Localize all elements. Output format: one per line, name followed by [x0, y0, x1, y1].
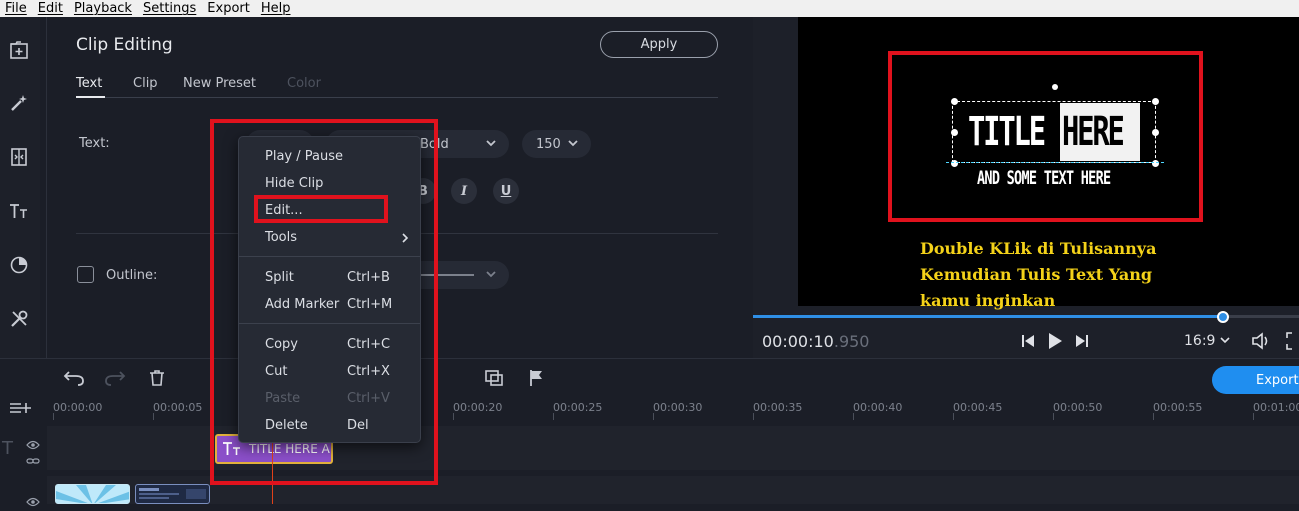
font-size-dropdown[interactable]: 150	[522, 130, 591, 158]
aspect-ratio-value: 16:9	[1184, 333, 1216, 349]
timecode: 00:00:10.950	[762, 332, 869, 351]
tab-color: Color	[287, 76, 321, 91]
menu-settings[interactable]: Settings	[138, 0, 202, 17]
chevron-down-icon	[486, 140, 496, 147]
video-clip[interactable]	[55, 484, 130, 504]
skip-back-icon[interactable]	[1020, 333, 1036, 353]
tab-clip[interactable]: Clip	[133, 76, 158, 91]
ruler-tick	[153, 413, 154, 420]
ruler-tick	[853, 413, 854, 420]
underline-button[interactable]: U	[493, 178, 519, 204]
apply-button[interactable]: Apply	[600, 31, 718, 58]
volume-icon[interactable]	[1251, 332, 1271, 354]
transitions-icon[interactable]	[5, 143, 33, 171]
progress-fill	[753, 315, 1223, 318]
add-track-icon[interactable]	[9, 400, 31, 419]
chevron-down-icon	[1220, 337, 1230, 344]
import-icon[interactable]	[5, 36, 33, 64]
tab-active-indicator	[76, 96, 105, 98]
annotation-line: Kemudian Tulis Text Yang	[920, 265, 1153, 284]
menu-bar: File Edit Playback Settings Export Help	[0, 0, 1299, 17]
ruler-tick	[453, 413, 454, 420]
menu-export[interactable]: Export	[202, 0, 256, 17]
text-label: Text:	[79, 136, 110, 151]
magic-wand-icon[interactable]	[5, 89, 33, 117]
menu-playback[interactable]: Playback	[69, 0, 138, 17]
ruler-label: 00:00:30	[653, 401, 703, 414]
filters-icon[interactable]	[5, 251, 33, 279]
annotation-line: kamu inginkan	[920, 291, 1056, 310]
chevron-down-icon	[486, 271, 496, 278]
ruler-tick	[53, 413, 54, 420]
play-icon[interactable]	[1046, 332, 1064, 354]
ruler-tick	[1253, 413, 1254, 420]
undo-icon[interactable]	[63, 369, 85, 391]
ruler-label: 00:00:40	[853, 401, 903, 414]
tab-text[interactable]: Text	[76, 76, 102, 91]
fullscreen-icon[interactable]	[1286, 332, 1299, 354]
tools-icon[interactable]	[5, 305, 33, 333]
ruler-label: 00:00:25	[553, 401, 603, 414]
tool-sidebar	[0, 17, 40, 358]
crop-icon[interactable]	[484, 369, 504, 391]
ruler-tick	[553, 413, 554, 420]
timecode-ms: .950	[833, 332, 870, 351]
export-button[interactable]: Export	[1212, 366, 1299, 394]
annotation-text: Double KLik di Tulisannya Kemudian Tulis…	[920, 236, 1220, 314]
ruler-tick	[953, 413, 954, 420]
panel-title: Clip Editing	[76, 35, 173, 55]
chevron-down-icon	[568, 140, 578, 147]
ruler-label: 00:00:55	[1153, 401, 1203, 414]
ruler-tick	[753, 413, 754, 420]
aspect-ratio-dropdown[interactable]: 16:9	[1184, 333, 1230, 349]
skip-forward-icon[interactable]	[1074, 333, 1090, 353]
font-size-value: 150	[536, 136, 561, 152]
redo-icon	[104, 369, 126, 391]
ruler-tick	[1053, 413, 1054, 420]
annotation-line: Double KLik di Tulisannya	[920, 239, 1157, 258]
ruler-tick	[1153, 413, 1154, 420]
menu-edit[interactable]: Edit	[33, 0, 69, 17]
ruler-tick	[653, 413, 654, 420]
ruler-label: 00:01:00	[1253, 401, 1299, 414]
timecode-main: 00:00:10	[762, 332, 834, 351]
video-clip[interactable]	[135, 484, 210, 504]
ruler-label: 00:00:20	[453, 401, 503, 414]
outline-checkbox[interactable]	[77, 266, 94, 283]
italic-button[interactable]: I	[451, 178, 477, 204]
export-label: Export	[1256, 372, 1299, 388]
ruler-label: 00:00:00	[53, 401, 103, 414]
menu-help[interactable]: Help	[256, 0, 297, 17]
ruler-label: 00:00:05	[153, 401, 203, 414]
ruler-label: 00:00:35	[753, 401, 803, 414]
flag-icon[interactable]	[528, 369, 544, 391]
annotation-box-preview	[888, 51, 1203, 222]
underline-label: U	[500, 183, 512, 199]
ruler-label: 00:00:45	[953, 401, 1003, 414]
link-icon[interactable]	[26, 451, 40, 470]
progress-knob[interactable]	[1217, 311, 1229, 323]
eye-icon[interactable]	[26, 492, 40, 511]
menu-file[interactable]: File	[0, 0, 33, 17]
italic-label: I	[460, 183, 468, 199]
title-track-icon: T	[2, 438, 13, 459]
ruler-label: 00:00:50	[1053, 401, 1103, 414]
outline-label: Outline:	[106, 268, 158, 283]
tab-new-preset[interactable]: New Preset	[183, 76, 256, 91]
tab-divider	[76, 97, 718, 98]
titles-icon[interactable]	[5, 197, 33, 225]
annotation-box-edit	[254, 195, 388, 223]
trash-icon[interactable]	[149, 369, 165, 391]
annotation-box-menu	[210, 119, 438, 485]
